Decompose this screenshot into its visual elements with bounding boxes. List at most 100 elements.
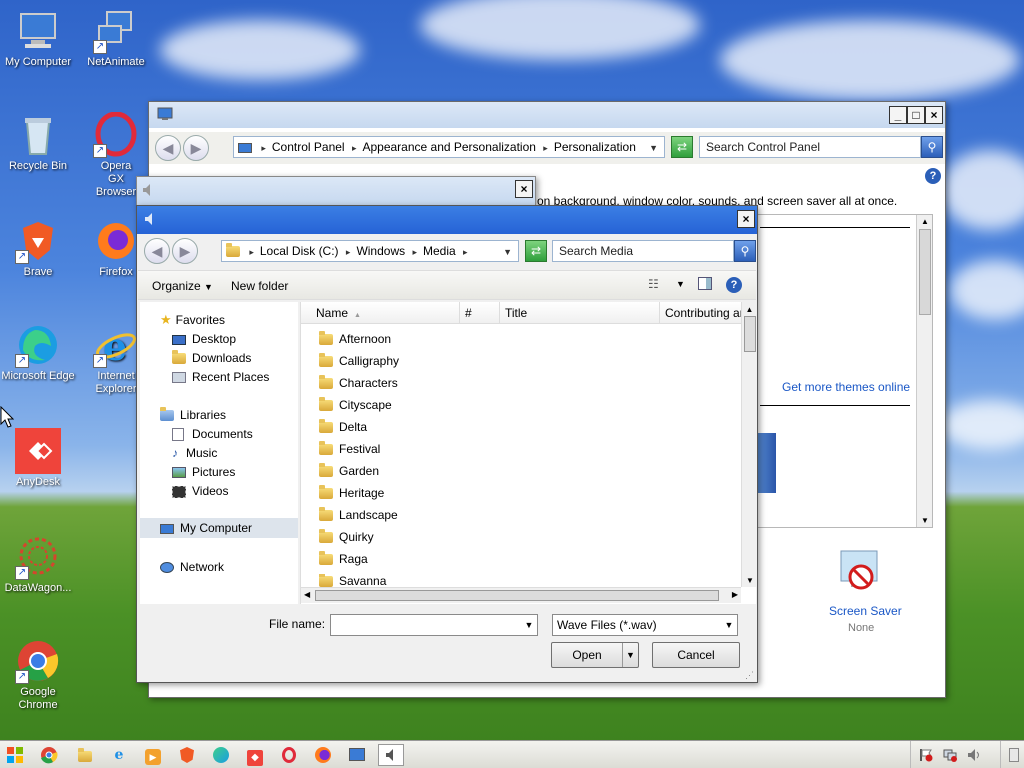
file-row-folder[interactable]: Characters (319, 375, 399, 398)
column-header-number[interactable]: # (460, 302, 500, 324)
chevron-down-icon[interactable]: ▼ (676, 279, 685, 289)
chevron-down-icon[interactable]: ▼ (649, 138, 658, 157)
close-button[interactable]: × (737, 210, 755, 228)
file-row-folder[interactable]: Savanna (319, 574, 399, 588)
windows-start-icon[interactable] (2, 744, 28, 766)
close-button[interactable]: × (925, 106, 943, 124)
scroll-up-icon[interactable]: ▲ (917, 217, 933, 226)
search-button[interactable]: ⚲ (734, 240, 756, 262)
nav-item-desktop[interactable]: Desktop (172, 332, 236, 346)
breadcrumb-item[interactable]: Windows (356, 244, 405, 258)
column-header-contributing-artist[interactable]: Contributing art (660, 302, 741, 324)
edge-icon[interactable] (208, 744, 234, 766)
scroll-left-icon[interactable]: ◀ (304, 590, 310, 599)
scroll-down-icon[interactable]: ▼ (917, 516, 933, 525)
brave-icon[interactable] (174, 744, 200, 766)
help-icon[interactable]: ? (726, 277, 742, 293)
nav-item-music[interactable]: ♪ Music (172, 446, 217, 460)
file-row-folder[interactable]: Calligraphy (319, 353, 399, 376)
themes-scrollbar[interactable]: ▲ ▼ (916, 215, 932, 527)
maximize-button[interactable]: □ (907, 106, 925, 124)
control-panel-breadcrumb[interactable]: ▸ Control Panel ▸ Appearance and Personali… (233, 136, 665, 158)
scrollbar-thumb[interactable] (919, 229, 931, 315)
breadcrumb-item[interactable]: Local Disk (C:) (260, 244, 339, 258)
refresh-button[interactable]: ⇄ (671, 136, 693, 158)
search-media-input[interactable]: Search Media (552, 240, 734, 262)
screen-saver-icon[interactable] (837, 549, 881, 595)
desktop-icon-anydesk[interactable]: AnyDesk (0, 428, 76, 489)
sound-dialog-titlebar[interactable]: × (137, 177, 535, 205)
column-header-name[interactable]: Name ▲ (301, 302, 460, 324)
cancel-button[interactable]: Cancel (652, 642, 740, 668)
file-list-horizontal-scrollbar[interactable]: ◀ ▶ (301, 587, 741, 603)
nav-item-documents[interactable]: Documents (172, 427, 253, 442)
network-tray-icon[interactable] (940, 744, 960, 766)
breadcrumb-item[interactable]: Control Panel (272, 140, 345, 154)
desktop-icon-google-chrome[interactable]: ↗ Google Chrome (0, 638, 76, 712)
help-icon[interactable]: ? (925, 168, 941, 184)
anydesk-icon[interactable]: ◆ (242, 744, 268, 766)
file-row-folder[interactable]: Garden (319, 463, 399, 486)
desktop-icon-datawagon[interactable]: ↗ DataWagon... (0, 534, 76, 595)
file-row-folder[interactable]: Cityscape (319, 397, 399, 420)
sound-icon[interactable] (378, 744, 404, 766)
breadcrumb-item[interactable]: Appearance and Personalization (362, 140, 535, 154)
nav-item-videos[interactable]: Videos (172, 484, 228, 498)
media-player-icon[interactable]: ▶ (140, 744, 166, 766)
back-button[interactable]: ◀ (155, 135, 181, 161)
nav-item-network[interactable]: Network (160, 560, 224, 574)
search-control-panel-input[interactable]: Search Control Panel (699, 136, 921, 158)
chevron-down-icon[interactable]: ▼ (521, 615, 537, 635)
open-dialog-titlebar[interactable]: × (137, 206, 757, 234)
resize-grip-icon[interactable]: ⋰ (745, 670, 755, 680)
action-center-flag-icon[interactable] (916, 744, 936, 766)
nav-item-my-computer-selected[interactable]: My Computer (140, 518, 298, 538)
chevron-down-icon[interactable]: ▼ (721, 615, 737, 635)
search-button[interactable]: ⚲ (921, 136, 943, 158)
firefox-icon[interactable] (310, 744, 336, 766)
file-name-input[interactable]: ▼ (330, 614, 538, 636)
close-button[interactable]: × (515, 180, 533, 198)
file-explorer-icon[interactable] (72, 744, 98, 766)
scrollbar-thumb[interactable] (315, 590, 719, 601)
preview-pane-icon[interactable] (698, 277, 712, 290)
file-row-folder[interactable]: Raga (319, 551, 399, 574)
nav-item-pictures[interactable]: Pictures (172, 465, 235, 479)
file-row-folder[interactable]: Festival (319, 441, 399, 464)
scrollbar-thumb[interactable] (744, 316, 756, 352)
nav-item-downloads[interactable]: Downloads (172, 350, 251, 365)
chrome-icon[interactable] (36, 744, 62, 766)
libraries-node[interactable]: Libraries (160, 407, 226, 422)
desktop-icon-brave[interactable]: ↗ Brave (0, 218, 76, 279)
desktop-icon-netanimate[interactable]: ↗ NetAnimate (78, 8, 154, 69)
minimize-button[interactable]: _ (889, 106, 907, 124)
desktop-icon-my-computer[interactable]: My Computer (0, 8, 76, 69)
screen-saver-link[interactable]: Screen Saver (829, 604, 902, 618)
scroll-right-icon[interactable]: ▶ (732, 590, 738, 599)
get-more-themes-link[interactable]: Get more themes online (782, 380, 910, 394)
chevron-down-icon[interactable]: ▼ (503, 242, 512, 261)
organize-button[interactable]: Organize ▼ (152, 279, 213, 293)
refresh-button[interactable]: ⇄ (525, 240, 547, 262)
opera-gx-icon[interactable] (276, 744, 302, 766)
file-list-vertical-scrollbar[interactable]: ▲ ▼ (741, 302, 757, 587)
internet-explorer-icon[interactable]: e (106, 744, 132, 766)
breadcrumb-item[interactable]: Personalization (554, 140, 636, 154)
control-panel-icon[interactable] (344, 744, 370, 766)
file-row-folder[interactable]: Quirky (319, 529, 399, 552)
file-row-folder[interactable]: Afternoon (319, 331, 399, 354)
new-folder-button[interactable]: New folder (231, 279, 288, 293)
open-dialog-breadcrumb[interactable]: ▸ Local Disk (C:) ▸ Windows ▸ Media ▸ ▼ (221, 240, 519, 262)
show-desktop-button[interactable] (1006, 744, 1022, 766)
forward-button[interactable]: ▶ (183, 135, 209, 161)
file-row-folder[interactable]: Landscape (319, 507, 399, 530)
desktop-icon-edge[interactable]: ↗ Microsoft Edge (0, 322, 76, 383)
nav-item-recent-places[interactable]: Recent Places (172, 370, 269, 384)
open-dropdown-chevron-icon[interactable]: ▼ (622, 643, 638, 667)
control-panel-titlebar[interactable]: _ □ × (149, 102, 945, 128)
forward-button[interactable]: ▶ (172, 238, 198, 264)
open-button[interactable]: Open ▼ (551, 642, 639, 668)
file-row-folder[interactable]: Delta (319, 419, 399, 442)
view-options-icon[interactable]: ☷ (648, 277, 659, 291)
favorites-node[interactable]: ★ Favorites (160, 312, 225, 328)
